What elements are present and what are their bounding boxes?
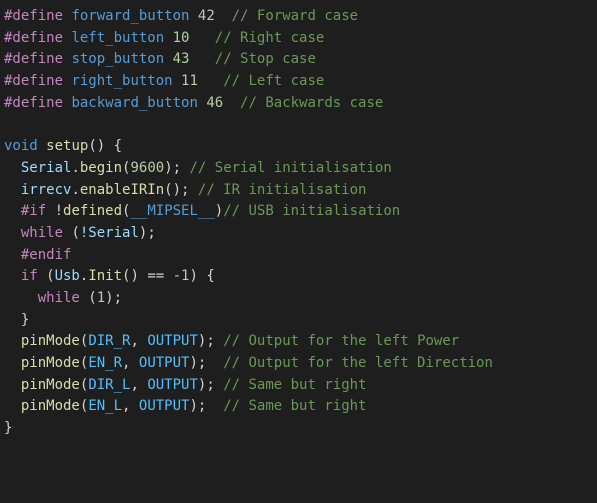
pinmode-call: pinMode: [21, 333, 80, 349]
return-type: void: [4, 138, 38, 154]
while-keyword: while: [21, 225, 63, 241]
baud-rate: 9600: [130, 160, 164, 176]
define-name: backward_button: [71, 95, 197, 111]
pin-en-l: EN_L: [88, 398, 122, 414]
pinmode-call: pinMode: [21, 398, 80, 414]
defined-call: defined: [63, 203, 122, 219]
comment: // Forward case: [232, 8, 358, 24]
define-value: 11: [181, 73, 198, 89]
function-name: setup: [46, 138, 88, 154]
macro-mipsel: __MIPSEL__: [130, 203, 214, 219]
pin-en-r: EN_R: [88, 355, 122, 371]
method-begin: begin: [80, 160, 122, 176]
serial-object: Serial: [21, 160, 72, 176]
define-name: forward_button: [71, 8, 189, 24]
comment: // Serial initialisation: [189, 160, 391, 176]
comment: // Stop case: [215, 51, 316, 67]
code-block: #define forward_button 42 // Forward cas…: [0, 0, 597, 446]
define-value: 43: [173, 51, 190, 67]
pinmode-call: pinMode: [21, 377, 80, 393]
pin-output: OUTPUT: [147, 377, 198, 393]
comment: // Backwards case: [240, 95, 383, 111]
define-name: right_button: [71, 73, 172, 89]
method-init: Init: [88, 268, 122, 284]
define-name: left_button: [71, 30, 164, 46]
pin-output: OUTPUT: [139, 355, 190, 371]
comment: // Right case: [215, 30, 325, 46]
define-value: 46: [206, 95, 223, 111]
comment: // Same but right: [223, 377, 366, 393]
pin-dir-r: DIR_R: [88, 333, 130, 349]
preproc-if: #if: [21, 203, 46, 219]
comment: // USB initialisation: [223, 203, 400, 219]
pin-output: OUTPUT: [147, 333, 198, 349]
pin-output: OUTPUT: [139, 398, 190, 414]
comment: // IR initialisation: [198, 182, 367, 198]
serial-cond: !Serial: [80, 225, 139, 241]
define-value: 42: [198, 8, 215, 24]
comment: // Same but right: [223, 398, 366, 414]
while-keyword: while: [38, 290, 80, 306]
define-name: stop_button: [71, 51, 164, 67]
pin-dir-l: DIR_L: [88, 377, 130, 393]
preproc-endif: #endif: [21, 247, 72, 263]
neg-one: -1: [173, 268, 190, 284]
define-value: 10: [173, 30, 190, 46]
comment: // Output for the left Power: [223, 333, 459, 349]
method-enable-irin: enableIRIn: [80, 182, 164, 198]
irrecv-object: irrecv: [21, 182, 72, 198]
usb-object: Usb: [55, 268, 80, 284]
comment: // Left case: [223, 73, 324, 89]
comment: // Output for the left Direction: [223, 355, 493, 371]
if-keyword: if: [21, 268, 38, 284]
pinmode-call: pinMode: [21, 355, 80, 371]
number-one: 1: [97, 290, 105, 306]
